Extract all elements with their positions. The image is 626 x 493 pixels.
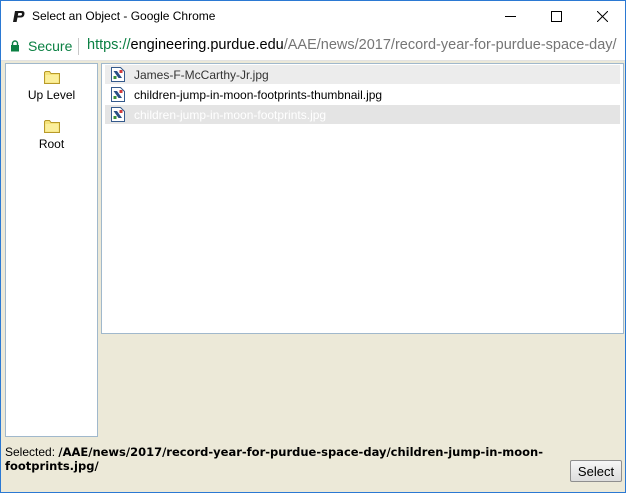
purdue-p-icon	[11, 9, 26, 24]
file-list: James-F-McCarthy-Jr.jpg children-jump-in…	[101, 63, 624, 334]
secure-label[interactable]: Secure	[28, 38, 72, 54]
close-icon	[596, 11, 608, 22]
file-list-item[interactable]: children-jump-in-moon-footprints-thumbna…	[105, 85, 620, 104]
file-name: James-F-McCarthy-Jr.jpg	[134, 67, 269, 82]
close-button[interactable]	[579, 1, 625, 32]
select-button[interactable]: Select	[570, 460, 622, 482]
selected-label: Selected:	[5, 445, 56, 459]
root-label: Root	[38, 137, 65, 151]
file-name: children-jump-in-moon-footprints-thumbna…	[134, 87, 383, 102]
maximize-icon	[550, 11, 562, 22]
address-bar[interactable]: Secure https://engineering.purdue.edu/AA…	[1, 32, 625, 61]
minimize-icon	[504, 16, 516, 17]
up-level-label: Up Level	[27, 88, 76, 102]
folder-icon	[43, 120, 60, 133]
url-path: /AAE/news/2017/record-year-for-purdue-sp…	[283, 37, 617, 53]
url-separator	[78, 38, 79, 55]
minimize-button[interactable]	[487, 1, 533, 32]
maximize-button[interactable]	[533, 1, 579, 32]
image-file-icon	[111, 67, 125, 82]
lock-icon	[11, 40, 19, 52]
file-list-item[interactable]: James-F-McCarthy-Jr.jpg	[105, 65, 620, 84]
file-name: children-jump-in-moon-footprints.jpg	[134, 107, 327, 122]
title-bar: Select an Object - Google Chrome	[1, 1, 625, 32]
up-level-button[interactable]: Up Level	[6, 70, 97, 102]
navigation-panel: Up Level Root	[5, 63, 98, 437]
image-file-icon	[111, 87, 125, 102]
url-field[interactable]: https://engineering.purdue.edu/AAE/news/…	[87, 37, 623, 53]
selected-path: /AAE/news/2017/record-year-for-purdue-sp…	[5, 445, 543, 473]
object-picker-dialog: Up Level Root James-F-McCarthy-Jr.jpg ch…	[1, 61, 625, 492]
folder-icon	[43, 71, 60, 84]
selected-path-display: Selected: /AAE/news/2017/record-year-for…	[5, 445, 565, 473]
browser-window: Select an Object - Google Chrome Secure …	[0, 0, 626, 493]
image-file-icon	[111, 107, 125, 122]
url-host: engineering.purdue.edu	[130, 37, 284, 53]
window-title: Select an Object - Google Chrome	[32, 9, 216, 23]
file-list-item-selected[interactable]: children-jump-in-moon-footprints.jpg	[105, 105, 620, 124]
root-button[interactable]: Root	[6, 119, 97, 151]
url-scheme: https://	[87, 37, 131, 53]
